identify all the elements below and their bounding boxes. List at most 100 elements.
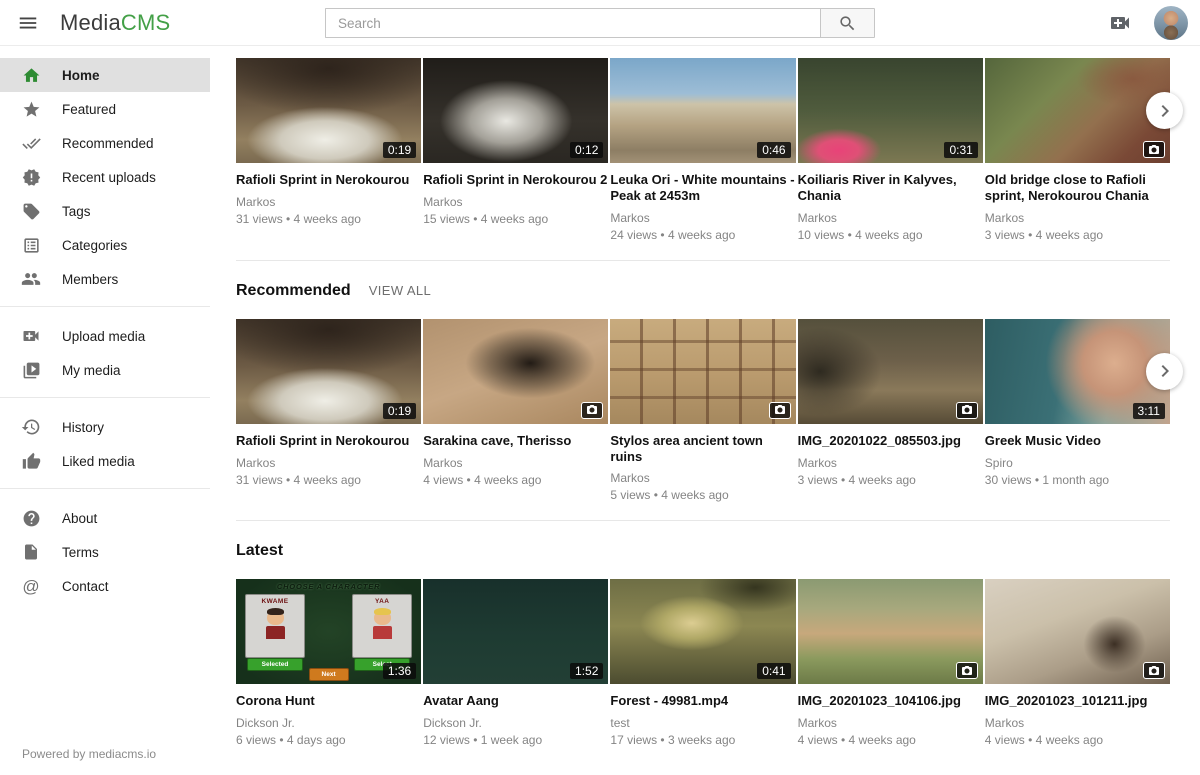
sidebar-item-label: Featured — [62, 102, 116, 117]
video-thumbnail[interactable] — [985, 579, 1170, 684]
video-author[interactable]: Markos — [798, 456, 983, 470]
video-card[interactable]: IMG_20201022_085503.jpgMarkos3 views • 4… — [798, 319, 983, 503]
history-icon — [21, 417, 41, 437]
mediacms-logo[interactable]: MediaCMS — [60, 10, 170, 36]
video-thumbnail[interactable] — [423, 319, 608, 424]
video-card[interactable]: 3:11Greek Music VideoSpiro30 views • 1 m… — [985, 319, 1170, 503]
video-card[interactable]: 1:52Avatar AangDickson Jr.12 views • 1 w… — [423, 579, 608, 747]
video-title[interactable]: Corona Hunt — [236, 693, 421, 709]
video-title[interactable]: Stylos area ancient town ruins — [610, 433, 795, 465]
next-page-button[interactable] — [1146, 92, 1183, 129]
menu-icon[interactable] — [8, 3, 48, 43]
video-card[interactable]: IMG_20201023_104106.jpgMarkos4 views • 4… — [798, 579, 983, 747]
sidebar-item-featured[interactable]: Featured — [0, 92, 210, 126]
video-author[interactable]: Spiro — [985, 456, 1170, 470]
video-thumbnail[interactable] — [798, 319, 983, 424]
duration-badge: 0:46 — [757, 142, 790, 158]
sidebar-item-recommended[interactable]: Recommended — [0, 126, 210, 160]
video-card[interactable]: 0:19 Rafioli Sprint in Nerokourou Markos 31… — [236, 58, 421, 242]
sidebar-item-terms[interactable]: Terms — [0, 535, 210, 569]
video-author[interactable]: test — [610, 716, 795, 730]
sidebar-item-home[interactable]: Home — [0, 58, 210, 92]
video-title[interactable]: IMG_20201023_101211.jpg — [985, 693, 1170, 709]
sidebar-item-my-media[interactable]: My media — [0, 353, 210, 387]
sidebar-item-contact[interactable]: @Contact — [0, 569, 210, 603]
video-card[interactable]: Stylos area ancient town ruinsMarkos5 vi… — [610, 319, 795, 503]
cards-row: CHOOSE A CHARACTERKWAMEYAASelectedSelect… — [236, 579, 1170, 747]
video-author[interactable]: Markos — [236, 195, 421, 209]
video-author[interactable]: Markos — [798, 716, 983, 730]
sidebar-item-upload-media[interactable]: Upload media — [0, 319, 210, 353]
video-thumbnail[interactable]: 0:46 — [610, 58, 795, 163]
video-author[interactable]: Markos — [610, 211, 795, 225]
video-title[interactable]: Sarakina cave, Therisso — [423, 433, 608, 449]
video-author[interactable]: Markos — [985, 716, 1170, 730]
video-thumbnail[interactable]: 0:19 — [236, 58, 421, 163]
sidebar-item-label: About — [62, 511, 97, 526]
video-card[interactable]: Old bridge close to Rafioli sprint, Nero… — [985, 58, 1170, 242]
video-author[interactable]: Markos — [610, 471, 795, 485]
video-author[interactable]: Markos — [798, 211, 983, 225]
video-thumbnail[interactable]: 0:41 — [610, 579, 795, 684]
video-card[interactable]: IMG_20201023_101211.jpgMarkos4 views • 4… — [985, 579, 1170, 747]
video-thumbnail[interactable]: 3:11 — [985, 319, 1170, 424]
top-header: MediaCMS — [0, 0, 1200, 46]
video-author[interactable]: Markos — [985, 211, 1170, 225]
video-title[interactable]: Greek Music Video — [985, 433, 1170, 449]
video-card[interactable]: 0:31 Koiliaris River in Kalyves, Chania Ma… — [798, 58, 983, 242]
sidebar-item-label: Terms — [62, 545, 99, 560]
video-author[interactable]: Markos — [236, 456, 421, 470]
video-title[interactable]: Forest - 49981.mp4 — [610, 693, 795, 709]
video-card[interactable]: Sarakina cave, TherissoMarkos4 views • 4… — [423, 319, 608, 503]
sidebar-item-about[interactable]: About — [0, 501, 210, 535]
video-thumbnail[interactable]: 1:52 — [423, 579, 608, 684]
sidebar-item-label: Tags — [62, 204, 91, 219]
next-page-button[interactable] — [1146, 353, 1183, 390]
sidebar-item-tags[interactable]: Tags — [0, 194, 210, 228]
video-thumbnail[interactable] — [610, 319, 795, 424]
video-title[interactable]: Rafioli Sprint in Nerokourou 2 — [423, 172, 608, 188]
video-title[interactable]: Koiliaris River in Kalyves, Chania — [798, 172, 983, 204]
video-thumbnail[interactable]: 0:19 — [236, 319, 421, 424]
user-avatar[interactable] — [1154, 6, 1188, 40]
video-meta: 31 views • 4 weeks ago — [236, 212, 421, 226]
duration-badge: 3:11 — [1133, 403, 1165, 419]
video-card[interactable]: 0:19Rafioli Sprint in NerokourouMarkos31… — [236, 319, 421, 503]
video-thumbnail[interactable]: 0:31 — [798, 58, 983, 163]
video-author[interactable]: Markos — [423, 195, 608, 209]
video-card[interactable]: 0:12 Rafioli Sprint in Nerokourou 2 Markos… — [423, 58, 608, 242]
camera-icon — [961, 665, 973, 677]
video-author[interactable]: Dickson Jr. — [236, 716, 421, 730]
sidebar-item-label: Contact — [62, 579, 109, 594]
video-author[interactable]: Markos — [423, 456, 608, 470]
video-thumbnail[interactable] — [985, 58, 1170, 163]
video-card[interactable]: CHOOSE A CHARACTERKWAMEYAASelectedSelect… — [236, 579, 421, 747]
star-icon — [21, 99, 41, 119]
video-title[interactable]: IMG_20201023_104106.jpg — [798, 693, 983, 709]
sidebar-item-liked-media[interactable]: Liked media — [0, 444, 210, 478]
search-input[interactable] — [325, 8, 820, 38]
sidebar-item-history[interactable]: History — [0, 410, 210, 444]
video-thumbnail[interactable] — [798, 579, 983, 684]
video-title[interactable]: Rafioli Sprint in Nerokourou — [236, 433, 421, 449]
upload-media-icon[interactable] — [1108, 11, 1132, 35]
sidebar-item-members[interactable]: Members — [0, 262, 210, 296]
video-title[interactable]: Old bridge close to Rafioli sprint, Nero… — [985, 172, 1170, 204]
sidebar-group: About Terms @Contact — [0, 488, 210, 613]
video-thumbnail[interactable]: CHOOSE A CHARACTERKWAMEYAASelectedSelect… — [236, 579, 421, 684]
search-button[interactable] — [820, 8, 875, 38]
view-all-link[interactable]: VIEW ALL — [369, 283, 431, 298]
video-thumbnail[interactable]: 0:12 — [423, 58, 608, 163]
video-title[interactable]: Rafioli Sprint in Nerokourou — [236, 172, 421, 188]
video-card[interactable]: 0:46 Leuka Ori - White mountains - Peak a… — [610, 58, 795, 242]
sidebar-item-categories[interactable]: Categories — [0, 228, 210, 262]
cards-row: 0:19Rafioli Sprint in NerokourouMarkos31… — [236, 319, 1170, 503]
video-title[interactable]: Leuka Ori - White mountains - Peak at 24… — [610, 172, 795, 204]
sidebar-item-recent-uploads[interactable]: Recent uploads — [0, 160, 210, 194]
video-title[interactable]: Avatar Aang — [423, 693, 608, 709]
image-type-badge — [769, 402, 791, 419]
video-author[interactable]: Dickson Jr. — [423, 716, 608, 730]
camera-icon — [1148, 665, 1160, 677]
video-title[interactable]: IMG_20201022_085503.jpg — [798, 433, 983, 449]
video-card[interactable]: 0:41Forest - 49981.mp4test17 views • 3 w… — [610, 579, 795, 747]
